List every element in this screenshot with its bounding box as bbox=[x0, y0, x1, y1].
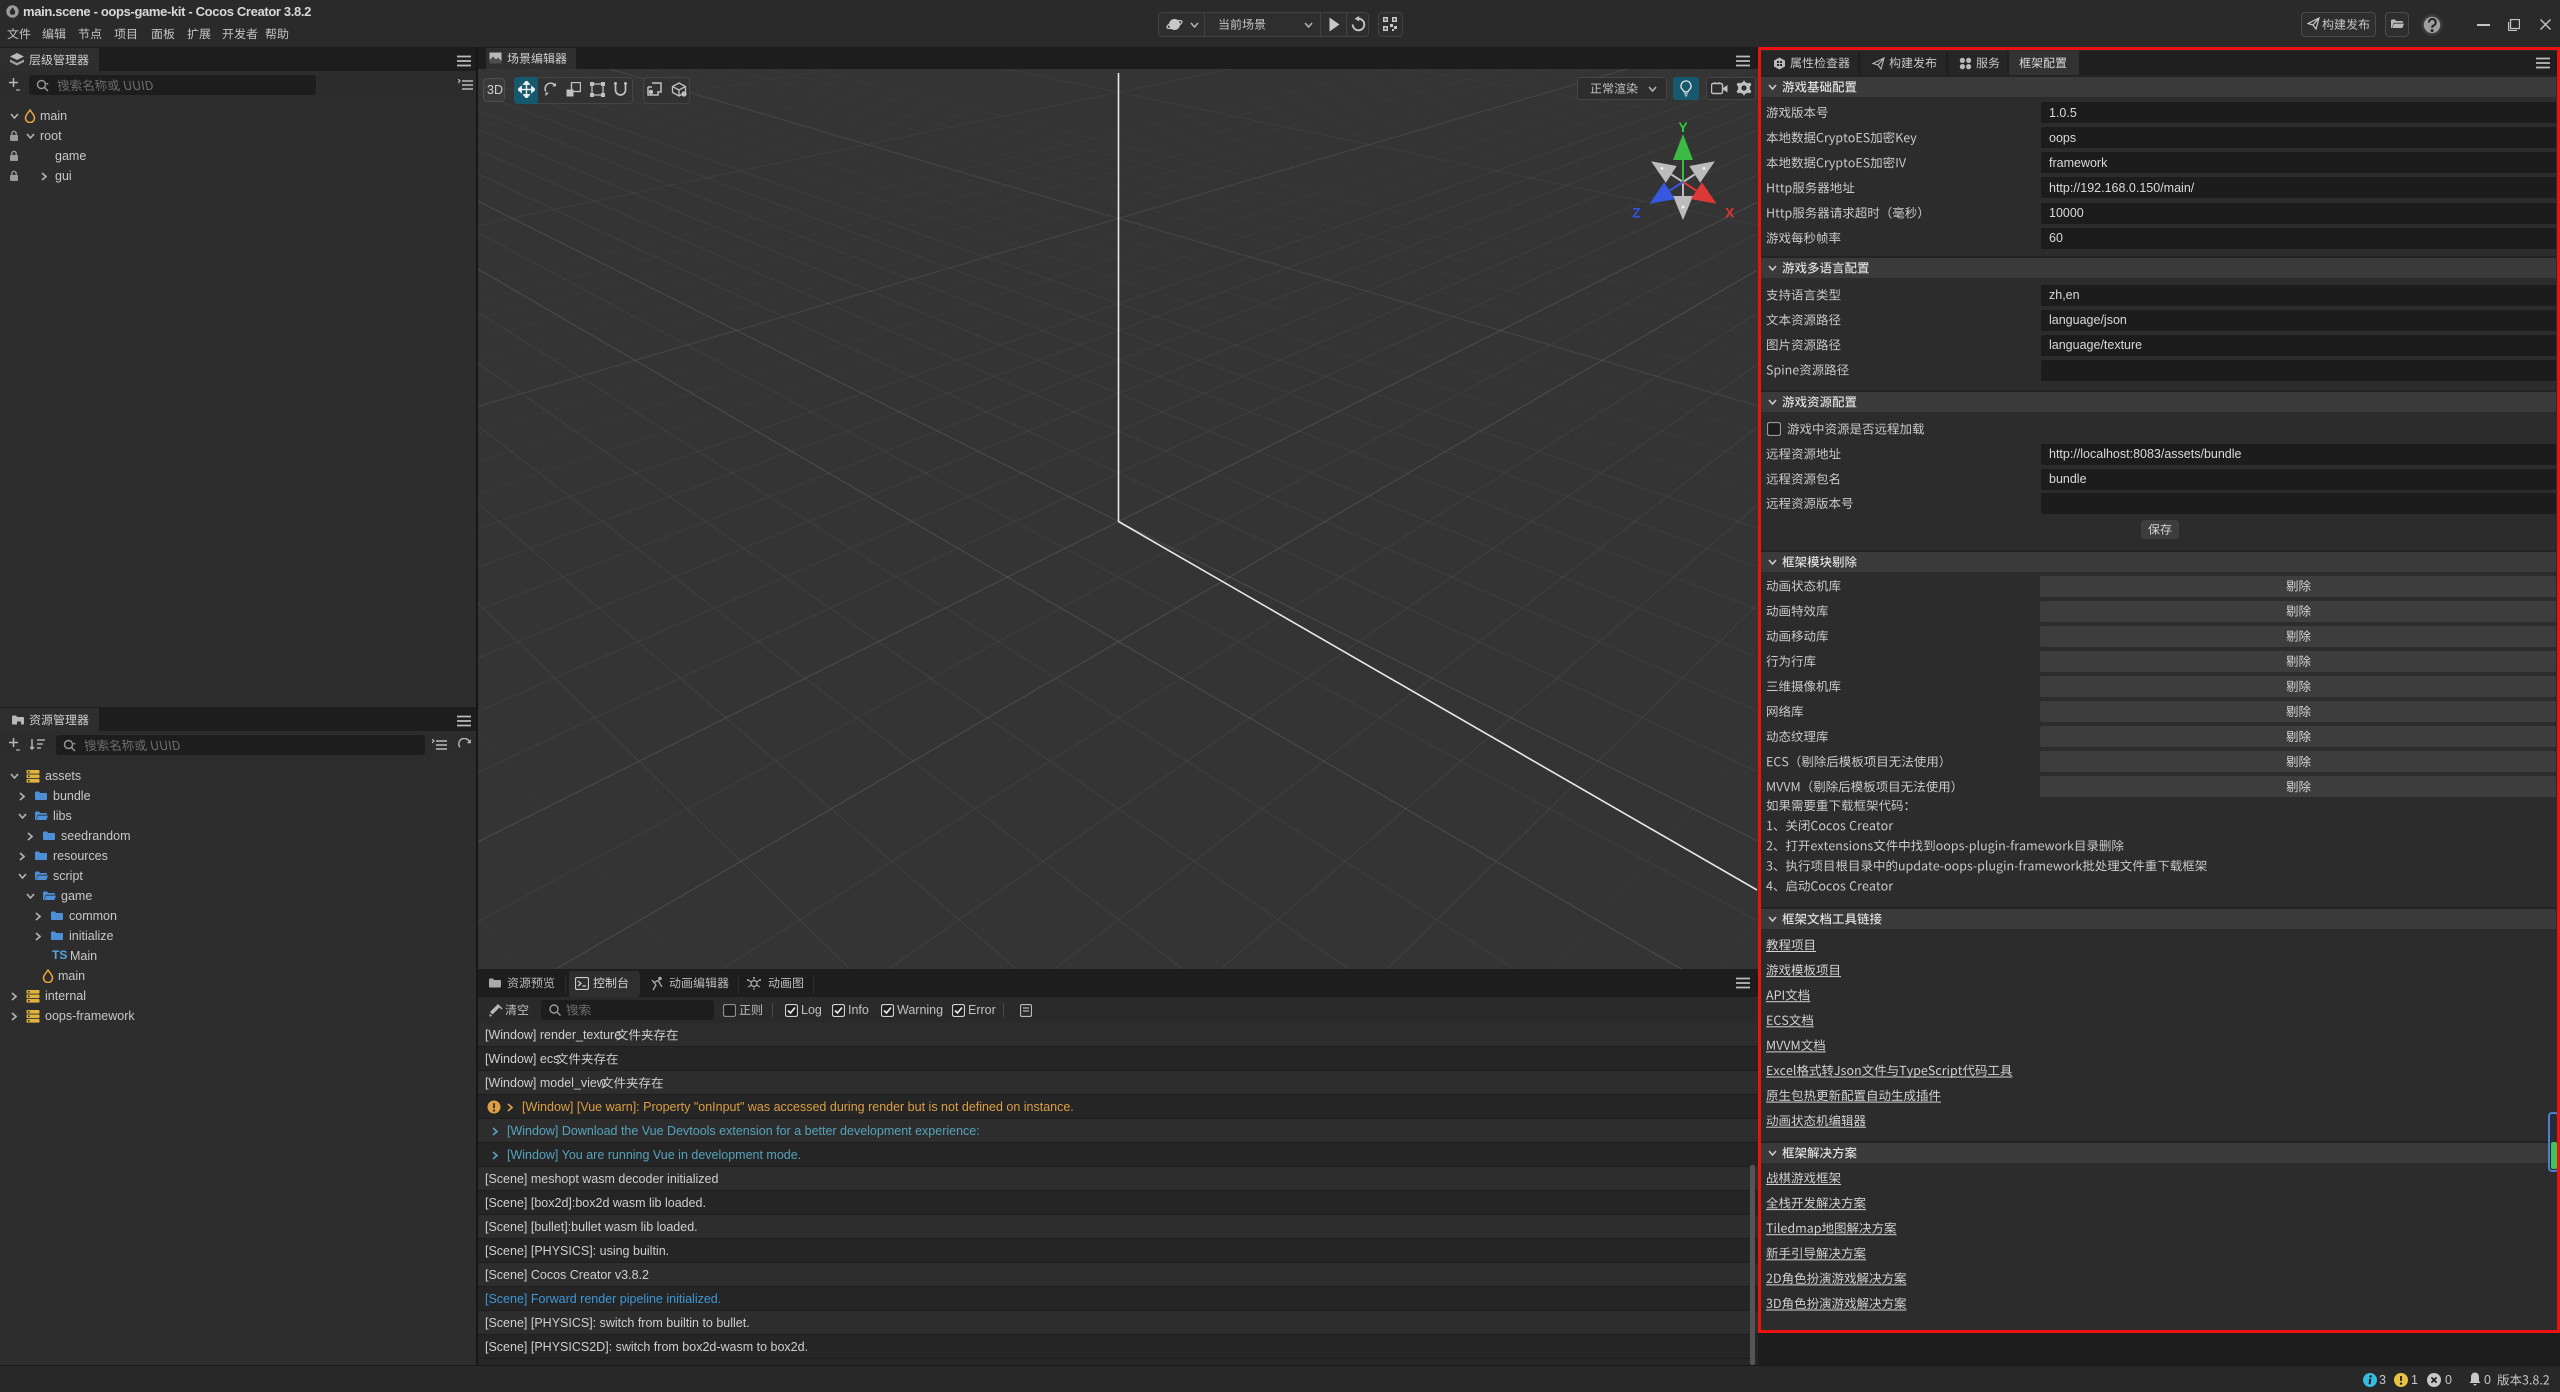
svg-text:Z: Z bbox=[1632, 204, 1641, 220]
svg-text:Y: Y bbox=[1678, 119, 1688, 135]
svg-text:X: X bbox=[1725, 204, 1735, 220]
